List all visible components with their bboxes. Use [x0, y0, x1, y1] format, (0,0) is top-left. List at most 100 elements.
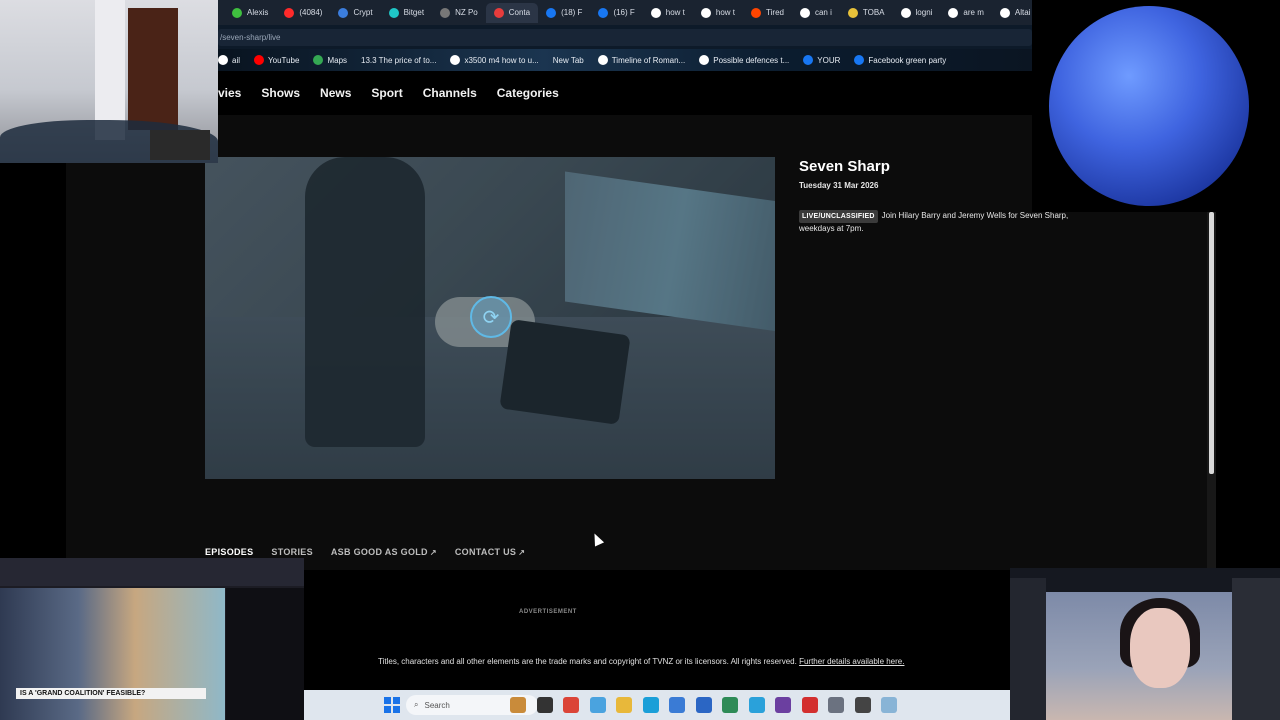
settings-icon[interactable]	[828, 697, 844, 713]
content-tab[interactable]: EPISODES	[205, 547, 253, 557]
bookmark-item[interactable]: Possible defences t...	[699, 55, 789, 65]
show-date: Tuesday 31 Mar 2026	[799, 181, 879, 190]
legal-notice: Titles, characters and all other element…	[378, 657, 904, 666]
app-icon-2[interactable]	[589, 697, 606, 713]
bookmark-item[interactable]: Timeline of Roman...	[597, 55, 686, 65]
browser-tab[interactable]: how t	[643, 3, 693, 23]
show-description: LIVE/UNCLASSIFIED Join Hilary Barry and J…	[799, 210, 1069, 234]
bookmark-favicon-icon	[803, 55, 814, 65]
show-title: Seven Sharp	[799, 158, 890, 175]
bookmark-label: YOUR	[817, 55, 841, 65]
tab-favicon-icon	[650, 7, 661, 18]
browser-tab[interactable]: can i	[792, 3, 840, 23]
content-tab[interactable]: CONTACT US ↗	[455, 547, 525, 557]
nav-channels[interactable]: Channels	[423, 86, 477, 100]
bookmark-item[interactable]: 13.3 The price of to...	[361, 56, 436, 65]
folder-icon[interactable]	[616, 697, 632, 713]
bookmark-item[interactable]: YOUR	[803, 55, 840, 65]
edge-icon[interactable]	[642, 697, 659, 713]
search-icon: ⌕	[414, 700, 419, 709]
browser-tab[interactable]: (18) F	[538, 3, 590, 23]
page-footer	[304, 570, 1010, 690]
widget-icon[interactable]	[510, 697, 526, 713]
url-field[interactable]: /seven-sharp/live	[218, 29, 1032, 46]
bookmark-favicon-icon	[313, 55, 324, 65]
content-tab-label: CONTACT US	[454, 547, 517, 557]
news-stream-toolbar	[0, 558, 304, 586]
browser-tab[interactable]: how t	[693, 3, 743, 23]
browser-tab[interactable]: logni	[893, 3, 941, 23]
browser-tab[interactable]: Tired	[743, 3, 792, 23]
tab-favicon-icon	[338, 7, 349, 18]
news-stream-overlay: IS A 'GRAND COALITION' FEASIBLE?	[0, 558, 304, 720]
content-tab-label: STORIES	[271, 547, 313, 557]
telegram-icon[interactable]	[748, 697, 765, 713]
streamer-right-pane	[1232, 578, 1280, 720]
bookmark-favicon-icon	[699, 55, 710, 65]
browser-tab[interactable]: TOBA	[840, 3, 893, 23]
tab-label: (16) F	[613, 8, 635, 17]
browser-tab[interactable]: Alexis	[224, 3, 276, 23]
windows-start-icon[interactable]	[384, 697, 400, 713]
bookmark-item[interactable]: New Tab	[553, 56, 584, 65]
bookmark-label: Maps	[327, 55, 348, 65]
app-icon-6[interactable]	[801, 697, 818, 713]
store-icon[interactable]	[695, 697, 712, 713]
nav-sport[interactable]: Sport	[371, 86, 402, 100]
room-wall	[95, 0, 125, 140]
nav-categories[interactable]: Categories	[497, 86, 559, 100]
tab-label: Conta	[508, 8, 531, 17]
nav-news[interactable]: News	[320, 86, 351, 100]
nav-movies[interactable]: vies	[218, 86, 241, 100]
video-player[interactable]: ⟳	[205, 157, 775, 479]
browser-tab[interactable]: (4084)	[276, 3, 330, 23]
chrome-icon[interactable]	[563, 697, 579, 713]
app-icon-5[interactable]	[775, 697, 791, 713]
content-tab[interactable]: STORIES	[271, 547, 312, 557]
scrollbar-thumb[interactable]	[1209, 212, 1214, 474]
tab-label: logni	[915, 8, 933, 17]
tab-favicon-icon	[799, 7, 810, 18]
nav-shows[interactable]: Shows	[261, 86, 300, 100]
legal-link[interactable]: Further details available here.	[799, 657, 904, 666]
app-icon-3[interactable]	[669, 697, 685, 713]
tab-label: NZ Po	[455, 8, 478, 17]
tab-label: how t	[715, 8, 736, 17]
bookmark-item[interactable]: x3500 m4 how to u...	[450, 55, 539, 65]
address-bar: /seven-sharp/live	[218, 25, 1032, 49]
bookmark-item[interactable]: Facebook green party	[854, 55, 946, 65]
browser-tab[interactable]: NZ Po	[432, 3, 486, 23]
bookmark-label: x3500 m4 how to u...	[464, 55, 539, 65]
tab-favicon-icon	[700, 7, 711, 18]
tab-favicon-icon	[440, 7, 451, 18]
tab-label: are m	[963, 8, 984, 17]
legal-text: Titles, characters and all other element…	[378, 657, 797, 666]
advertisement-label: ADVERTISEMENT	[519, 609, 577, 615]
app-icon-8[interactable]	[881, 697, 897, 713]
bookmark-item[interactable]: Maps	[313, 55, 347, 65]
news-lower-third: IS A 'GRAND COALITION' FEASIBLE?	[16, 688, 206, 699]
bookmark-item[interactable]: YouTube	[254, 55, 299, 65]
browser-tab[interactable]: are m	[940, 3, 991, 23]
room-box	[150, 130, 210, 160]
tab-favicon-icon	[948, 7, 959, 18]
browser-tab[interactable]: Bitget	[381, 3, 432, 23]
browser-tab[interactable]: Altai	[992, 3, 1032, 23]
app-icon-7[interactable]	[854, 697, 871, 713]
bookmark-favicon-icon	[254, 55, 265, 65]
bookmark-label: YouTube	[268, 55, 300, 65]
search-label: Search	[424, 700, 450, 710]
file-explorer-icon[interactable]	[536, 697, 553, 713]
tab-label: can i	[814, 8, 832, 17]
tab-favicon-icon	[751, 7, 762, 18]
tab-label: Crypt	[353, 8, 373, 17]
app-icon-4[interactable]	[722, 697, 738, 713]
bookmark-label: ail	[232, 55, 241, 65]
browser-tab[interactable]: Crypt	[330, 3, 380, 23]
bookmark-label: Timeline of Roman...	[611, 55, 686, 65]
content-tabs: EPISODES STORIES ASB GOOD AS GOLD ↗ CONTACT …	[205, 547, 525, 557]
content-tab[interactable]: ASB GOOD AS GOLD ↗	[331, 547, 437, 557]
bookmark-item[interactable]: ail	[218, 55, 240, 65]
browser-tab[interactable]: Conta	[485, 2, 539, 23]
browser-tab[interactable]: (16) F	[590, 3, 642, 23]
